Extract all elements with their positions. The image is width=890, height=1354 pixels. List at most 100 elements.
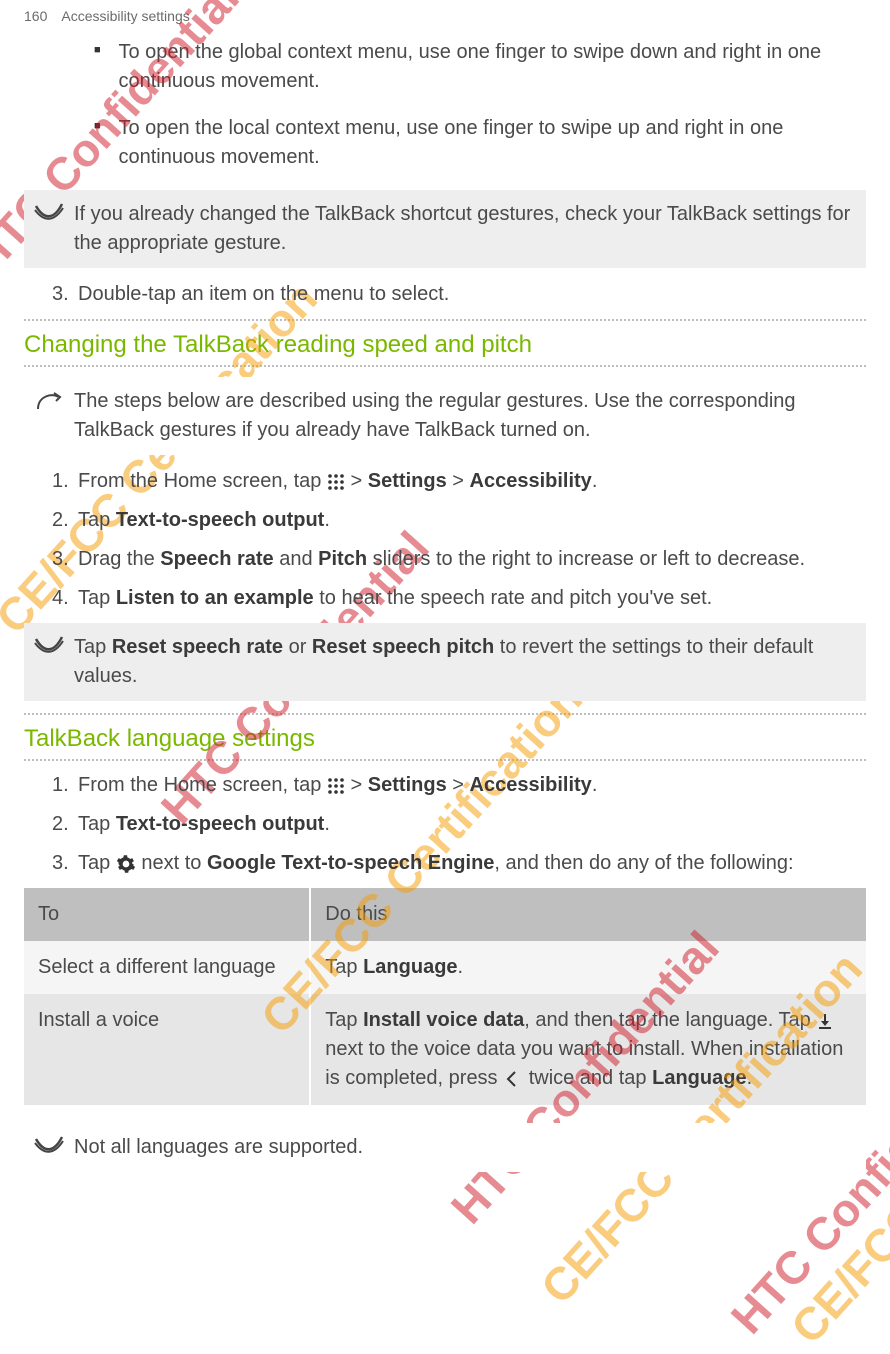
note-text: or (289, 636, 312, 658)
step-number: 2. (52, 506, 69, 535)
note-icon (34, 202, 64, 222)
step-number: 1. (52, 771, 69, 800)
section2-steps: 1. From the Home screen, tap > Settings … (24, 771, 866, 878)
tip-icon (34, 389, 62, 413)
list-item: 4. Tap Listen to an example to hear the … (52, 584, 866, 613)
download-icon (816, 1012, 834, 1030)
step-text: . (324, 509, 330, 531)
note-box: If you already changed the TalkBack shor… (24, 190, 866, 268)
table-cell: Install a voice (24, 994, 310, 1105)
step-text: Drag the (78, 548, 160, 570)
step-text: Tap (78, 813, 116, 835)
step-text: > (351, 470, 368, 492)
step-text: . (324, 813, 330, 835)
divider (24, 365, 866, 367)
list-item: ■ To open the global context menu, use o… (94, 38, 866, 96)
step-text: and (279, 548, 318, 570)
divider (24, 319, 866, 321)
step-bold: Speech rate (160, 548, 273, 570)
step-bold: Pitch (318, 548, 367, 570)
list-item: ■ To open the local context menu, use on… (94, 114, 866, 172)
cell-bold: Install voice data (363, 1009, 524, 1031)
step-bold: Google Text-to-speech Engine (207, 852, 494, 874)
cell-text: Tap (325, 1009, 363, 1031)
step-text: > (452, 774, 469, 796)
table-header-row: To Do this (24, 888, 866, 941)
step-text: next to (141, 852, 207, 874)
step-number: 3. (52, 545, 69, 574)
note-icon (34, 635, 64, 655)
note-box: Tap Reset speech rate or Reset speech pi… (24, 623, 866, 701)
options-table: To Do this Select a different language T… (24, 888, 866, 1105)
bullet-icon: ■ (94, 38, 114, 56)
note-bold: Reset speech rate (112, 636, 283, 658)
cell-bold: Language (652, 1067, 746, 1089)
list-item: 3. Tap next to Google Text-to-speech Eng… (52, 849, 866, 878)
step-text: sliders to the right to increase or left… (373, 548, 805, 570)
bullet-text: To open the global context menu, use one… (118, 38, 858, 96)
step-text: > (452, 470, 469, 492)
bullet-icon: ■ (94, 114, 114, 132)
table-row: Select a different language Tap Language… (24, 941, 866, 994)
list-item: 2. Tap Text-to-speech output. (52, 506, 866, 535)
step-text: Double-tap an item on the menu to select… (78, 283, 449, 305)
bullet-text: To open the local context menu, use one … (118, 114, 858, 172)
table-cell: Tap Language. (310, 941, 866, 994)
divider (24, 759, 866, 761)
cell-text: twice and tap (529, 1067, 652, 1089)
table-cell: Tap Install voice data, and then tap the… (310, 994, 866, 1105)
section1-steps: 1. From the Home screen, tap > Settings … (24, 467, 866, 613)
cell-bold: Language (363, 956, 457, 978)
list-item: 3. Double-tap an item on the menu to sel… (52, 280, 866, 309)
list-item: 3. Drag the Speech rate and Pitch slider… (52, 545, 866, 574)
step-text: Tap (78, 509, 116, 531)
back-icon (503, 1069, 523, 1089)
section-name: Accessibility settings (61, 8, 189, 24)
step-bold: Accessibility (470, 774, 592, 796)
step-bold: Text-to-speech output (116, 509, 325, 531)
page-header: 160 Accessibility settings (24, 0, 866, 38)
step-number: 1. (52, 467, 69, 496)
cell-text: Tap (325, 956, 363, 978)
apps-grid-icon (327, 777, 345, 795)
note-text: Not all languages are supported. (74, 1136, 363, 1158)
note-text: If you already changed the TalkBack shor… (74, 203, 850, 254)
cell-text: . (458, 956, 464, 978)
step-bold: Settings (368, 774, 447, 796)
note-text: Tap (74, 636, 112, 658)
step-text: to hear the speech rate and pitch you've… (319, 587, 712, 609)
step-text: , and then do any of the following: (494, 852, 793, 874)
step-number: 3. (52, 849, 69, 878)
section-heading: TalkBack language settings (24, 725, 866, 753)
step-bold: Settings (368, 470, 447, 492)
gesture-bullets: ■ To open the global context menu, use o… (24, 38, 866, 172)
list-item: 1. From the Home screen, tap > Settings … (52, 771, 866, 800)
step-text: . (592, 774, 598, 796)
table-cell: Select a different language (24, 941, 310, 994)
note-box: Not all languages are supported. (24, 1123, 866, 1172)
step-text: From the Home screen, tap (78, 774, 327, 796)
table-header: Do this (310, 888, 866, 941)
tip-box: The steps below are described using the … (24, 377, 866, 455)
step-text: > (351, 774, 368, 796)
list-item: 2. Tap Text-to-speech output. (52, 810, 866, 839)
cell-text: . (747, 1067, 753, 1089)
step-text: Tap (78, 587, 116, 609)
section-heading: Changing the TalkBack reading speed and … (24, 331, 866, 359)
step-text: From the Home screen, tap (78, 470, 327, 492)
step-text: . (592, 470, 598, 492)
step-text: Tap (78, 852, 116, 874)
page-number: 160 (24, 8, 47, 24)
step-number: 2. (52, 810, 69, 839)
step-bold: Text-to-speech output (116, 813, 325, 835)
gear-icon (116, 854, 136, 874)
divider (24, 713, 866, 715)
table-header: To (24, 888, 310, 941)
note-bold: Reset speech pitch (312, 636, 494, 658)
step-bold: Listen to an example (116, 587, 314, 609)
cell-text: , and then tap the language. Tap (524, 1009, 816, 1031)
step-number: 3. (52, 280, 69, 309)
list-item: 1. From the Home screen, tap > Settings … (52, 467, 866, 496)
table-row: Install a voice Tap Install voice data, … (24, 994, 866, 1105)
note-icon (34, 1135, 64, 1155)
